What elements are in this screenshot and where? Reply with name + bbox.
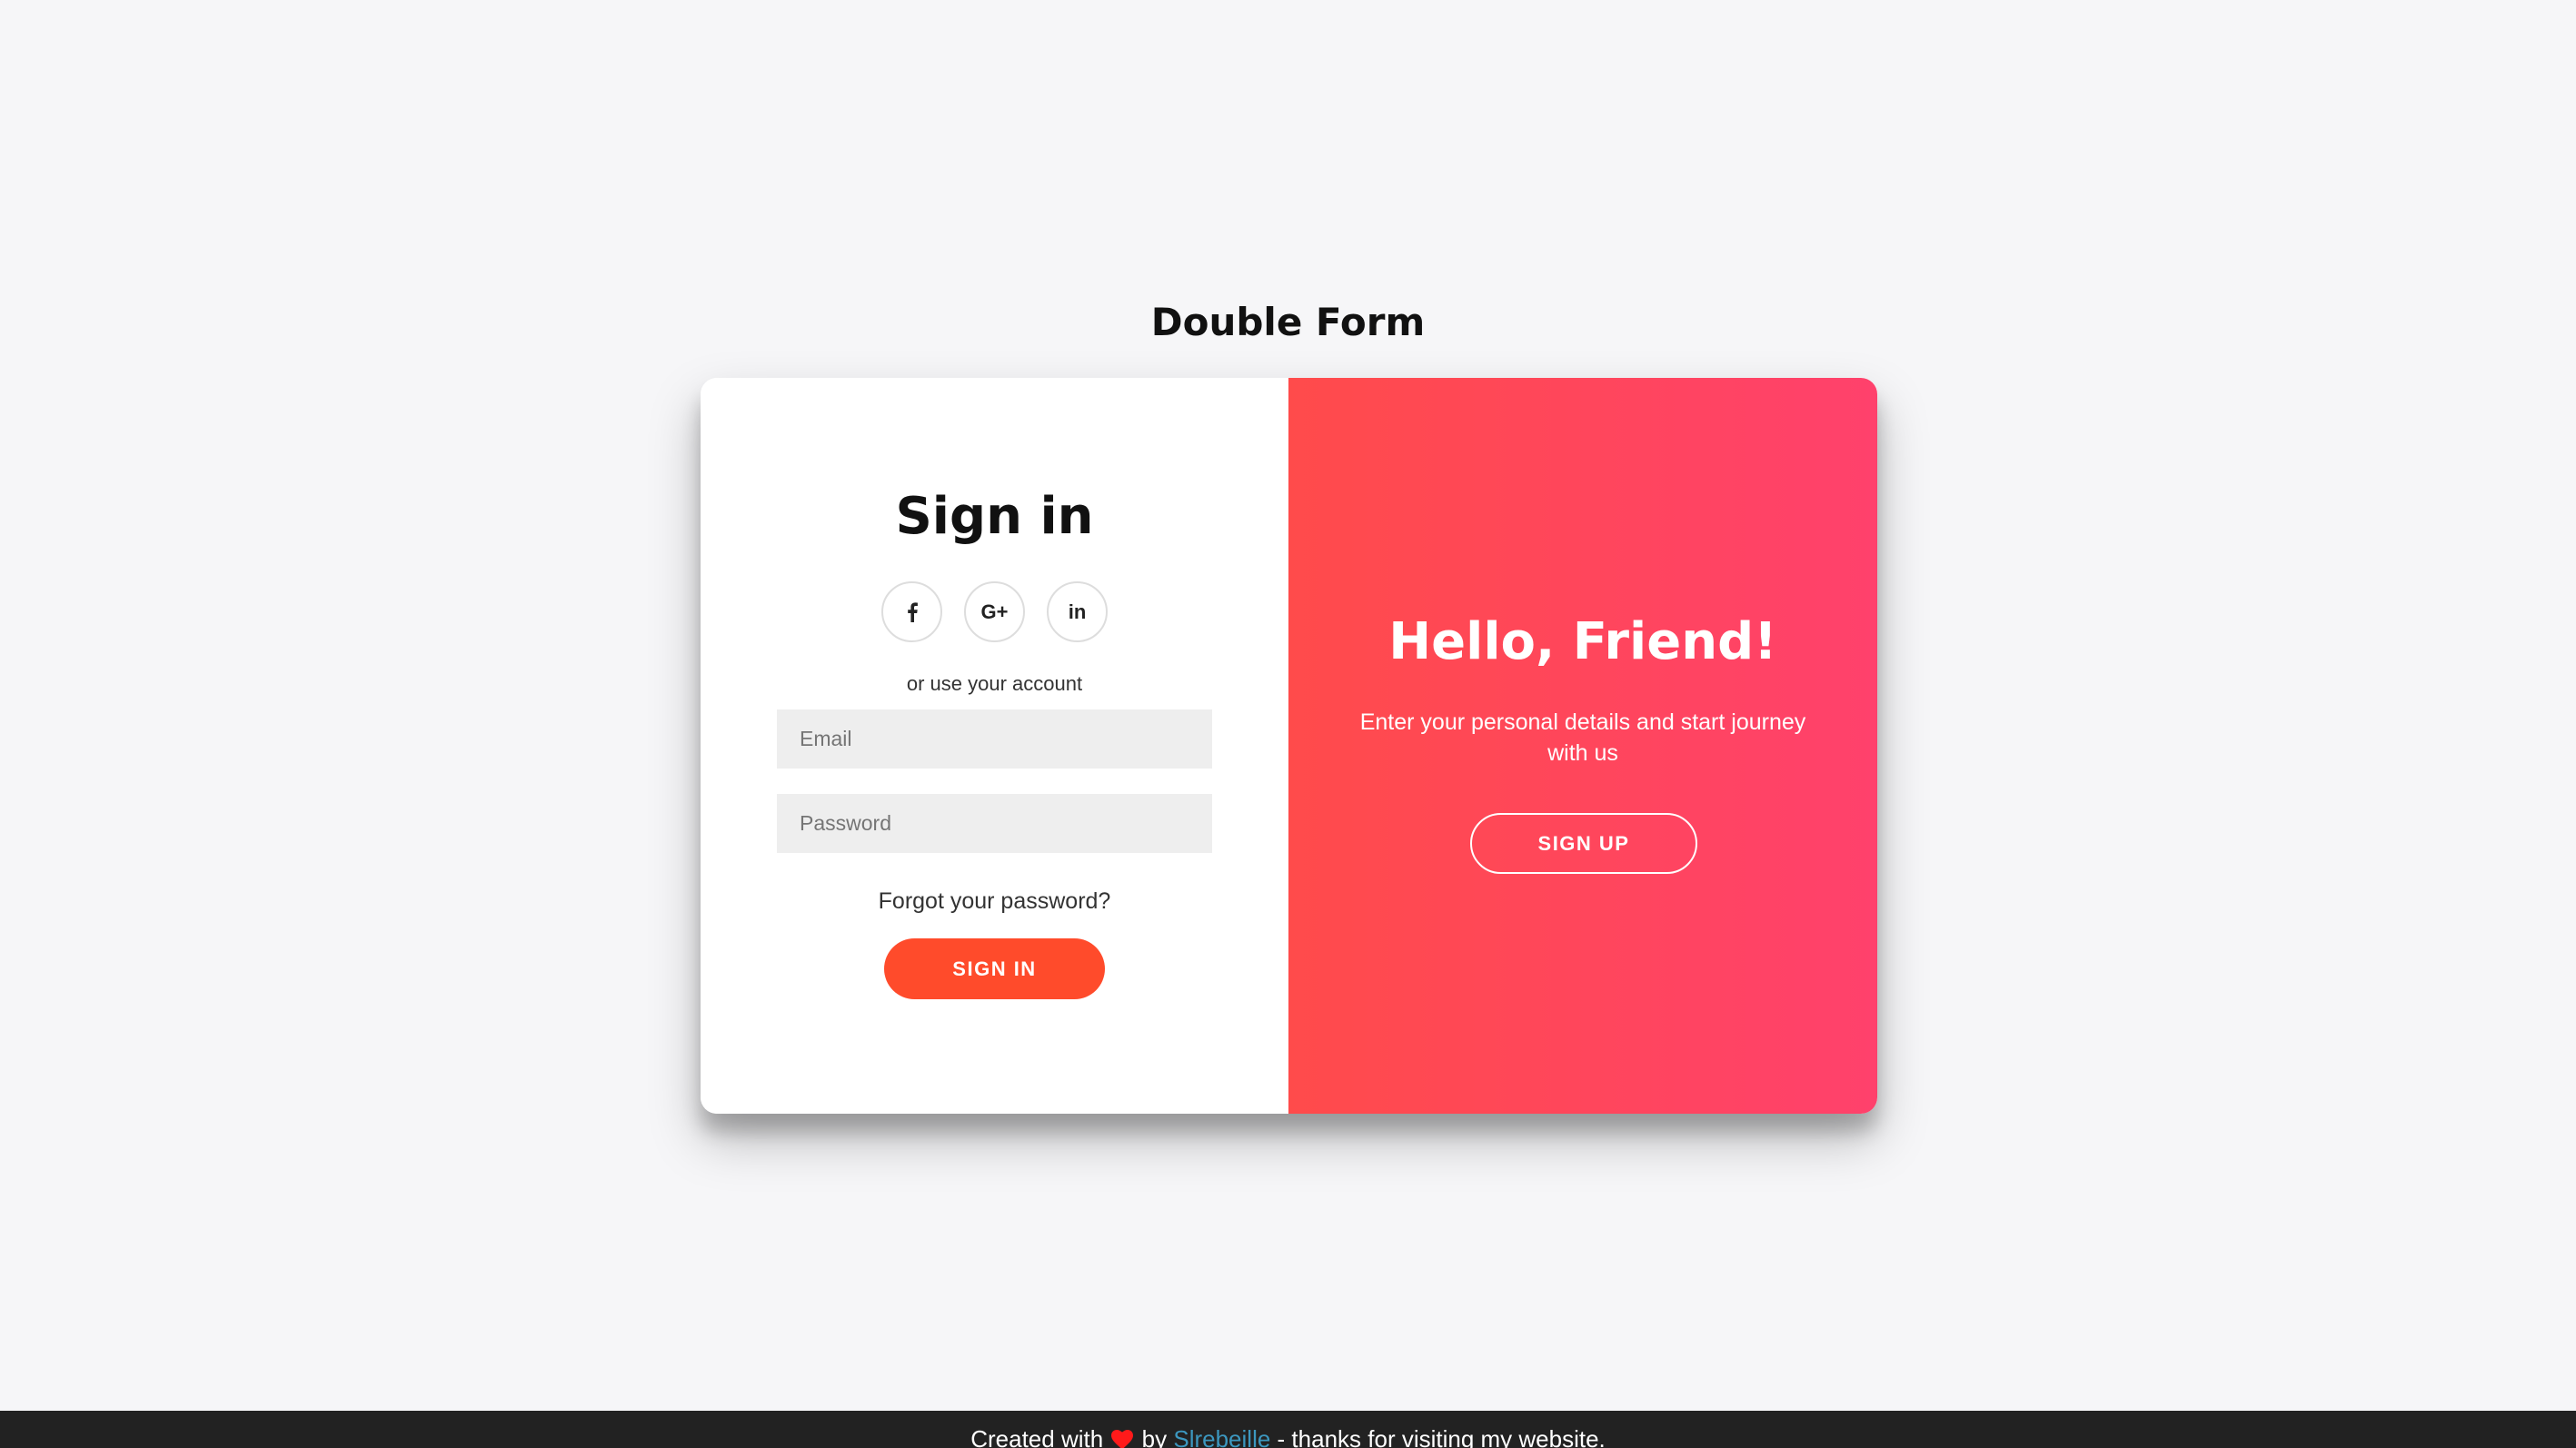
sign-in-panel: Sign in G+ in or use your account Forgot… [701,378,1288,1114]
footer-suffix: - thanks for visiting my website. [1277,1425,1606,1448]
footer-by: by [1141,1425,1168,1448]
google-plus-button[interactable]: G+ [964,581,1025,642]
heart-icon [1111,1430,1134,1448]
facebook-icon [907,601,918,622]
overlay-heading: Hello, Friend! [1388,612,1777,671]
google-plus-icon: G+ [980,600,1009,623]
sign-in-heading: Sign in [895,487,1094,546]
footer-prefix: Created with [970,1425,1104,1448]
overlay-panel: Hello, Friend! Enter your personal detai… [1288,378,1877,1114]
social-login-row: G+ in [701,581,1288,642]
page: Double Form Sign in G+ in or use your ac… [0,0,2576,1448]
double-form-card: Sign in G+ in or use your account Forgot… [701,378,1877,1114]
footer: Created with by Slrebeille - thanks for … [0,1411,2576,1448]
email-field[interactable] [777,709,1212,769]
alt-login-text: or use your account [906,672,1083,695]
linkedin-button[interactable]: in [1047,581,1108,642]
password-field[interactable] [777,794,1212,853]
linkedin-icon: in [1068,600,1087,623]
author-link[interactable]: Slrebeille [1173,1425,1270,1448]
forgot-password-link[interactable]: Forgot your password? [701,888,1288,915]
page-title: Double Form [1150,300,1426,344]
overlay-text: Enter your personal details and start jo… [1359,709,1806,766]
sign-in-button[interactable]: SIGN IN [884,938,1105,999]
facebook-button[interactable] [881,581,942,642]
sign-up-button[interactable]: SIGN UP [1470,813,1697,874]
